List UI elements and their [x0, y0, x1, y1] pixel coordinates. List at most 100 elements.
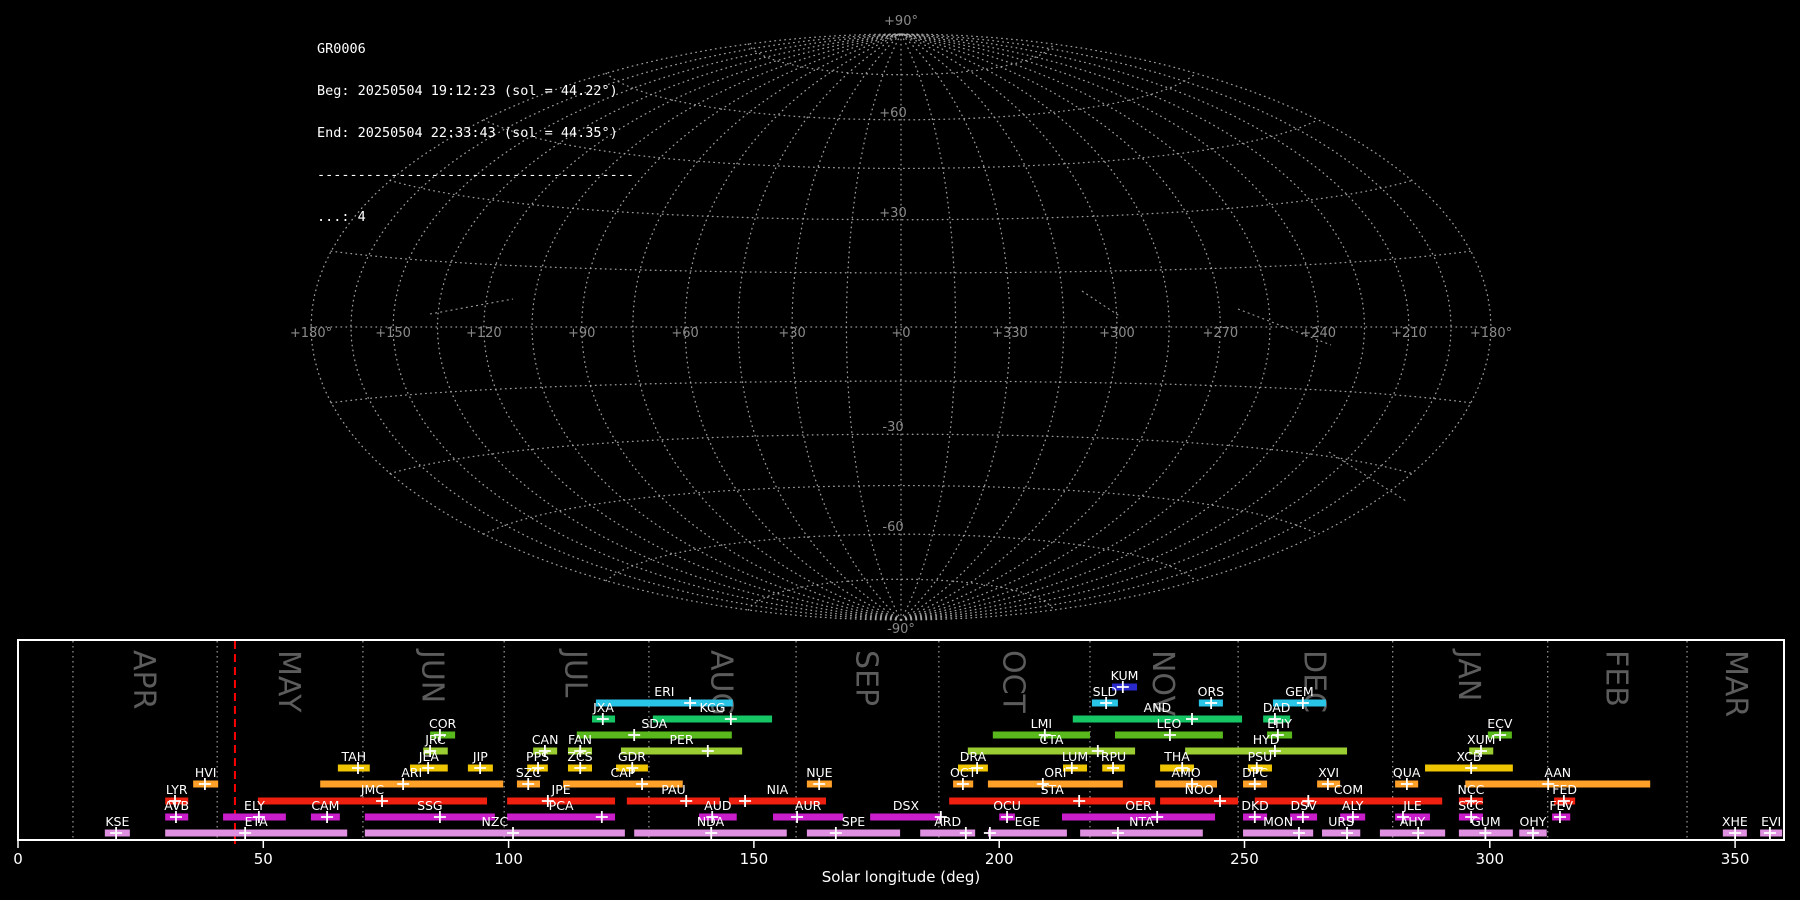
sky-lon-label: +30: [778, 326, 805, 341]
shower-label-AVB: AVB: [164, 798, 189, 813]
meteor-plot-root: +180° +150 +120 +90 +60 +30 +0 +330 +300 +270 +240…: [0, 0, 1800, 900]
shower-bar-AUR: [773, 813, 844, 821]
shower-label-JMC: JMC: [360, 782, 384, 797]
shower-label-KSE: KSE: [105, 814, 129, 829]
shower-label-HYD: HYD: [1253, 732, 1280, 747]
shower-label-PAU: PAU: [661, 782, 685, 797]
shower-label-ECV: ECV: [1487, 716, 1513, 731]
month-label: JUL: [558, 648, 593, 698]
month-label: MAR: [1718, 650, 1753, 717]
sky-pole-bottom-label: -90°: [887, 622, 915, 637]
shower-peak-marker-CAP: [636, 778, 649, 790]
shower-peak-marker-SDA: [628, 729, 641, 741]
shower-label-NOO: NOO: [1185, 782, 1214, 797]
shower-bar-SSG: [364, 813, 495, 821]
shower-label-ORS: ORS: [1198, 684, 1225, 699]
shower-label-AUR: AUR: [795, 798, 822, 813]
shower-label-XUM: XUM: [1467, 732, 1496, 747]
x-tick-label: 50: [254, 850, 273, 868]
begin-time-line: Beg: 20250504 19:12:23 (sol = 44.22°): [317, 83, 618, 99]
shower-label-ARI: ARI: [401, 765, 422, 780]
sky-lat-label: -30: [882, 420, 903, 435]
shower-bar-SPE: [806, 829, 901, 837]
shower-label-COM: COM: [1334, 782, 1363, 797]
shower-label-ARD: ARD: [934, 814, 961, 829]
info-block: GR0006 Beg: 20250504 19:12:23 (sol = 44.…: [317, 14, 634, 252]
shower-label-EVI: EVI: [1761, 814, 1781, 829]
end-time-line: End: 20250504 22:33:43 (sol = 44.35°): [317, 125, 618, 141]
shower-label-LEO: LEO: [1157, 716, 1182, 731]
shower-label-SCC: SCC: [1458, 798, 1484, 813]
shower-label-ORI: ORI: [1044, 765, 1066, 780]
shower-label-SSG: SSG: [417, 798, 443, 813]
sky-grid-parallel: [605, 533, 1197, 582]
shower-label-FED: FED: [1552, 782, 1577, 797]
shower-bar-STA: [949, 797, 1156, 805]
shower-peak-marker-ARD: [959, 827, 972, 839]
shower-label-THA: THA: [1163, 749, 1190, 764]
plot-canvas: +180° +150 +120 +90 +60 +30 +0 +330 +300 +270 +240…: [13, 14, 1785, 886]
shower-label-MON: MON: [1263, 814, 1293, 829]
shower-label-LUM: LUM: [1062, 749, 1088, 764]
shower-label-NUE: NUE: [806, 765, 832, 780]
shower-label-JXA: JXA: [592, 700, 614, 715]
shower-label-DRA: DRA: [960, 749, 987, 764]
sky-lon-label: +270: [1202, 326, 1238, 341]
shower-peak-marker-NIA: [739, 795, 752, 807]
sky-lon-label: +240: [1300, 326, 1336, 341]
shower-label-URS: URS: [1328, 814, 1354, 829]
meteor-count-line: ...: 4: [317, 209, 366, 225]
shower-bar-JMC: [257, 797, 488, 805]
station-id: GR0006: [317, 41, 366, 57]
shower-bar-NOO: [1160, 797, 1239, 805]
shower-label-JRC: JRC: [424, 732, 446, 747]
sky-lon-label: +300: [1099, 326, 1135, 341]
x-tick-label: 0: [13, 850, 23, 868]
meteor-trail: [1328, 451, 1407, 502]
shower-label-EHY: EHY: [1267, 716, 1292, 731]
shower-label-RPU: RPU: [1101, 749, 1126, 764]
shower-peak-marker-NOO: [1213, 795, 1226, 807]
shower-label-CAM: CAM: [311, 798, 339, 813]
shower-label-QUA: QUA: [1393, 765, 1421, 780]
sky-lon-label: +0: [891, 326, 910, 341]
shower-label-AHY: AHY: [1400, 814, 1426, 829]
shower-label-LMI: LMI: [1031, 716, 1052, 731]
shower-bar-ETA: [165, 829, 348, 837]
meteor-trail: [1081, 290, 1122, 318]
sky-lon-label: +120: [466, 326, 502, 341]
month-label: JUN: [415, 648, 450, 703]
shower-label-PPS: PPS: [526, 749, 549, 764]
shower-label-XHE: XHE: [1722, 814, 1748, 829]
x-tick-label: 100: [494, 850, 523, 868]
shower-bar-SDA: [576, 731, 732, 739]
sky-lon-label: +150: [375, 326, 411, 341]
shower-peak-marker-EGE: [983, 827, 996, 839]
sky-lon-label: +90: [568, 326, 595, 341]
month-label: APR: [126, 650, 161, 709]
x-tick-label: 250: [1230, 850, 1259, 868]
shower-peak-marker-ERI: [684, 697, 697, 709]
sky-lat-label: +60: [879, 106, 906, 121]
shower-label-GEM: GEM: [1285, 684, 1313, 699]
x-tick-label: 200: [985, 850, 1014, 868]
shower-label-JLE: JLE: [1402, 798, 1422, 813]
shower-label-CAN: CAN: [532, 732, 559, 747]
shower-label-KCG: KCG: [699, 700, 725, 715]
shower-label-OCU: OCU: [993, 798, 1021, 813]
shower-label-OCT: OCT: [950, 765, 977, 780]
shower-peak-marker-NTA: [1111, 827, 1124, 839]
sky-lon-label: +60: [671, 326, 698, 341]
shower-label-DPC: DPC: [1242, 765, 1268, 780]
sky-lon-label: +330: [992, 326, 1028, 341]
shower-label-NIA: NIA: [767, 782, 789, 797]
shower-label-ELY: ELY: [244, 798, 265, 813]
shower-label-STA: STA: [1041, 782, 1065, 797]
shower-label-ALY: ALY: [1342, 798, 1364, 813]
shower-peak-marker-PCA: [595, 811, 608, 823]
shower-label-EGE: EGE: [1015, 814, 1041, 829]
shower-label-TAH: TAH: [341, 749, 367, 764]
shower-bar-NTA: [1080, 829, 1203, 837]
sky-lon-label: +180°: [290, 326, 332, 341]
shower-label-PSU: PSU: [1248, 749, 1273, 764]
